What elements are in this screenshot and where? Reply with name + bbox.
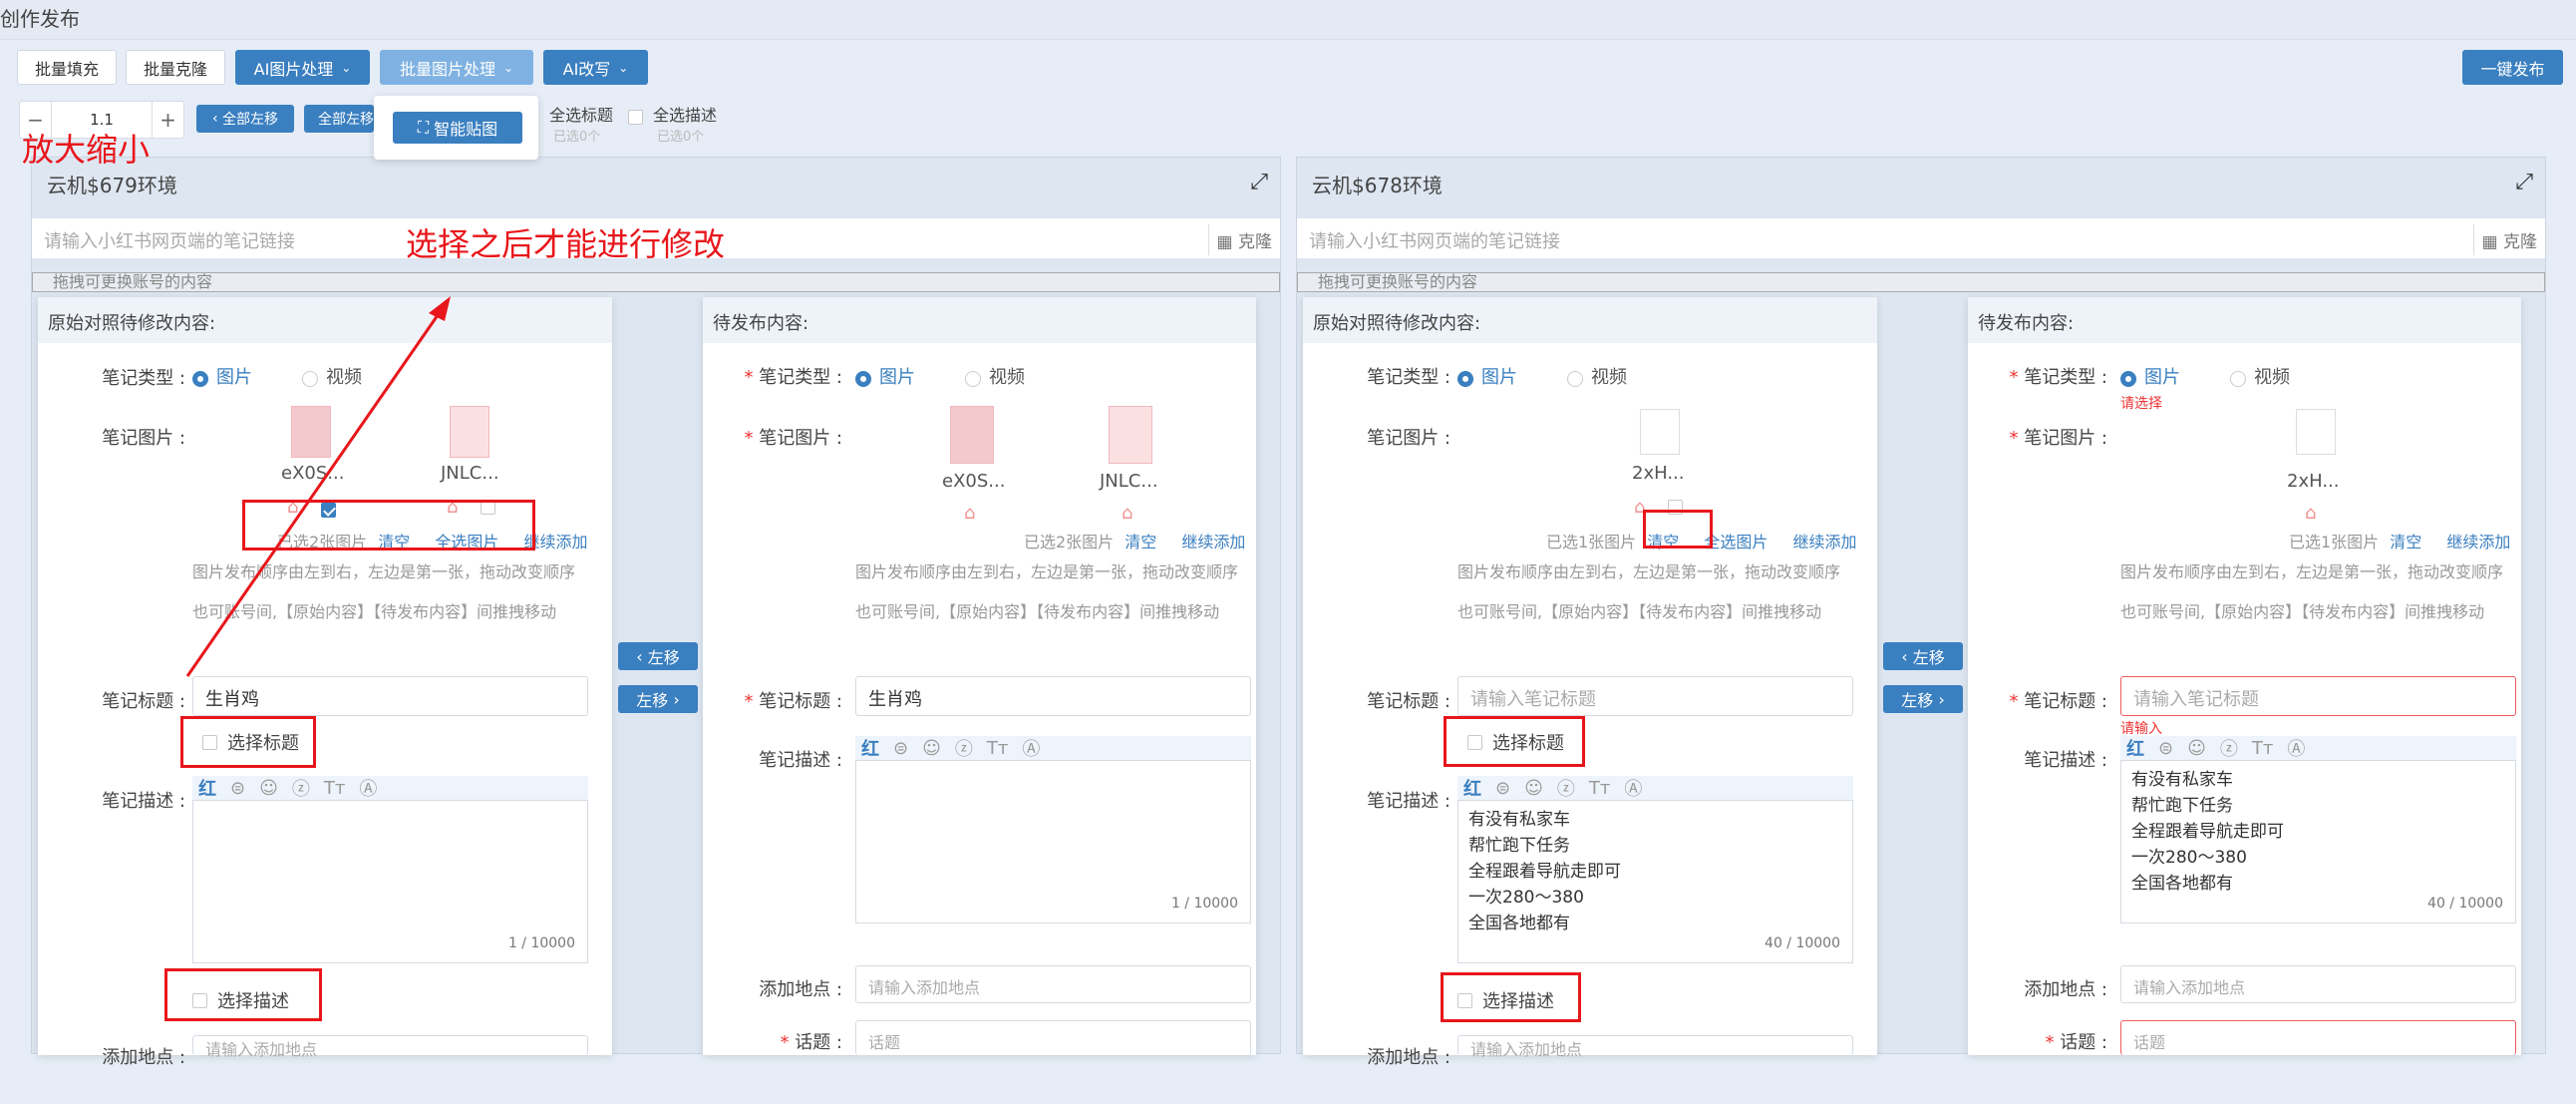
select-title-highlight — [180, 716, 316, 768]
image-checkbox-highlight — [1643, 510, 1713, 549]
image-checkbox-highlight — [242, 500, 535, 551]
select-desc-highlight — [1441, 972, 1581, 1022]
select-title-highlight — [1444, 716, 1585, 767]
select-desc-highlight — [164, 968, 322, 1021]
annotation-arrow — [185, 296, 451, 677]
